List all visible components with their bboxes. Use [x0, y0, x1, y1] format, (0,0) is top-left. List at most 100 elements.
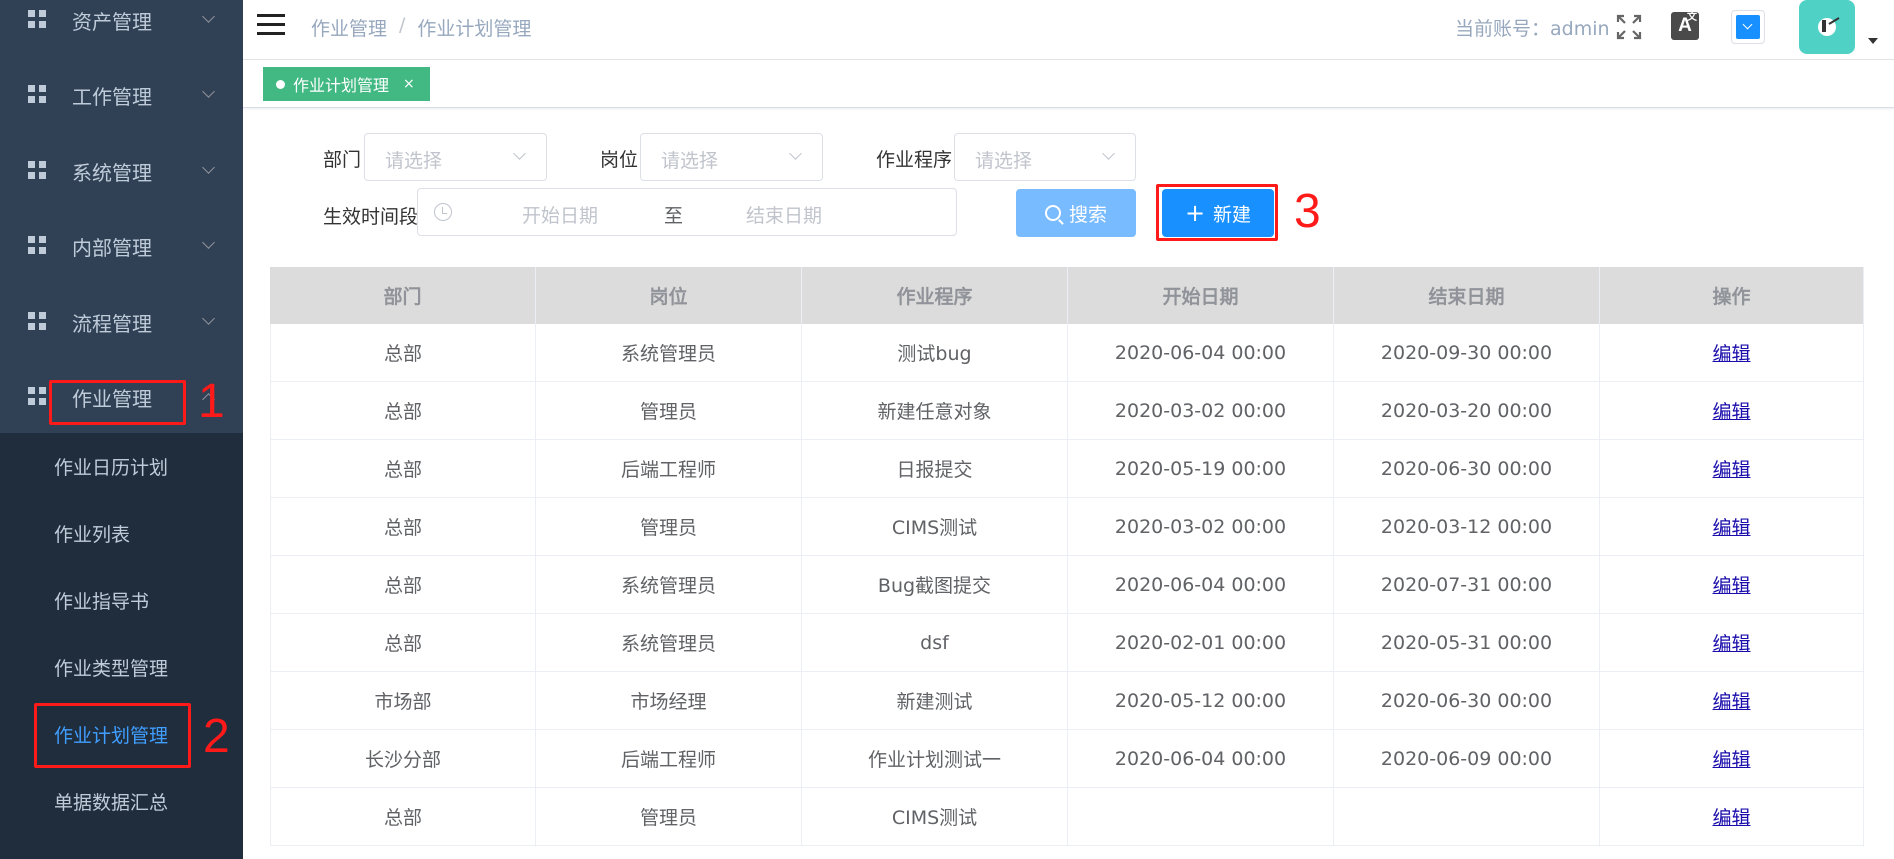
date-range-picker[interactable]: 开始日期 至 结束日期	[417, 188, 957, 236]
search-button[interactable]: 搜索	[1016, 189, 1136, 237]
end-date-cell: 2020-09-30 00:00	[1334, 324, 1600, 381]
caret-down-icon[interactable]	[1868, 38, 1878, 44]
action-cell: 编辑	[1600, 498, 1864, 555]
end-date-cell	[1334, 788, 1600, 845]
end-date-input[interactable]: 结束日期	[746, 201, 822, 228]
breadcrumb-separator: /	[399, 14, 406, 36]
edit-link[interactable]: 编辑	[1712, 571, 1750, 598]
procedure-cell: Bug截图提交	[802, 556, 1068, 613]
menu-icon[interactable]	[257, 14, 285, 36]
department-select[interactable]: 请选择	[364, 133, 547, 181]
submenu-item-types[interactable]: 作业类型管理	[0, 634, 243, 701]
end-date-cell: 2020-03-20 00:00	[1334, 382, 1600, 439]
action-cell: 编辑	[1600, 440, 1864, 497]
period-label: 生效时间段	[323, 206, 419, 228]
position-select[interactable]: 请选择	[640, 133, 823, 181]
chevron-down-icon	[202, 161, 215, 174]
department-placeholder: 请选择	[385, 150, 443, 172]
range-separator: 至	[664, 205, 684, 227]
account-label: 当前账号：admin	[1455, 18, 1610, 40]
new-button-label: 新建	[1213, 203, 1252, 226]
edit-link[interactable]: 编辑	[1712, 513, 1750, 540]
table-row: 长沙分部 后端工程师 作业计划测试一 2020-06-04 00:00 2020-06-…	[270, 730, 1864, 788]
menu-item-work[interactable]: 工作管理	[0, 57, 243, 133]
navbar: 作业管理 / 作业计划管理 当前账号：admin A文	[243, 0, 1894, 60]
chevron-down-icon	[202, 85, 215, 98]
menu-label: 作业管理	[72, 386, 152, 411]
start-date-input[interactable]: 开始日期	[522, 201, 598, 228]
edit-link[interactable]: 编辑	[1712, 397, 1750, 424]
table-row: 市场部 市场经理 新建测试 2020-05-12 00:00 2020-06-30 00…	[270, 672, 1864, 730]
submenu-item-calendar[interactable]: 作业日历计划	[0, 433, 243, 500]
procedure-cell: dsf	[802, 614, 1068, 671]
department-cell: 总部	[270, 440, 536, 497]
new-button[interactable]: + 新建	[1162, 189, 1274, 237]
close-icon[interactable]: ×	[403, 76, 415, 92]
fullscreen-icon[interactable]	[1616, 14, 1642, 40]
position-cell: 管理员	[536, 498, 802, 555]
submenu-item-list[interactable]: 作业列表	[0, 500, 243, 567]
breadcrumb-item[interactable]: 作业管理	[311, 14, 387, 41]
breadcrumb: 作业管理 / 作业计划管理	[311, 14, 531, 41]
edit-link[interactable]: 编辑	[1712, 629, 1750, 656]
position-cell: 管理员	[536, 382, 802, 439]
grid-icon	[28, 85, 46, 103]
chevron-down-icon	[789, 147, 802, 160]
department-cell: 总部	[270, 382, 536, 439]
start-date-cell: 2020-06-04 00:00	[1068, 324, 1334, 381]
submenu: 作业日历计划 作业列表 作业指导书 作业类型管理 作业计划管理 单据数据汇总	[0, 433, 243, 859]
menu-item-process[interactable]: 流程管理	[0, 284, 243, 360]
chevron-down-icon	[202, 236, 215, 249]
action-cell: 编辑	[1600, 382, 1864, 439]
table-row: 总部 后端工程师 日报提交 2020-05-19 00:00 2020-06-30 00…	[270, 440, 1864, 498]
plan-table: 部门 岗位 作业程序 开始日期 结束日期 操作 总部 系统管理员 测试bug 2020…	[270, 267, 1864, 846]
action-cell: 编辑	[1600, 324, 1864, 381]
menu-item-internal[interactable]: 内部管理	[0, 208, 243, 284]
action-cell: 编辑	[1600, 556, 1864, 613]
end-date-cell: 2020-06-09 00:00	[1334, 730, 1600, 787]
annotation-number-2: 2	[203, 710, 230, 763]
action-cell: 编辑	[1600, 730, 1864, 787]
chevron-down-icon	[513, 147, 526, 160]
department-cell: 长沙分部	[270, 730, 536, 787]
table-row: 总部 管理员 CIMS测试 编辑	[270, 788, 1864, 846]
procedure-cell: 日报提交	[802, 440, 1068, 497]
edit-link[interactable]: 编辑	[1712, 803, 1750, 830]
breadcrumb-item-current: 作业计划管理	[417, 18, 532, 40]
clock-icon	[434, 203, 452, 221]
submenu-item-summary[interactable]: 单据数据汇总	[0, 768, 243, 835]
column-header: 部门	[270, 267, 536, 324]
submenu-item-guide[interactable]: 作业指导书	[0, 567, 243, 634]
plus-icon: +	[1184, 199, 1206, 227]
procedure-cell: 新建测试	[802, 672, 1068, 729]
tag-active[interactable]: 作业计划管理 ×	[263, 67, 430, 101]
avatar[interactable]	[1799, 0, 1855, 54]
edit-link[interactable]: 编辑	[1712, 339, 1750, 366]
grid-icon	[28, 10, 46, 28]
table-row: 总部 系统管理员 Bug截图提交 2020-06-04 00:00 2020-07-31…	[270, 556, 1864, 614]
theme-picker-icon[interactable]	[1731, 10, 1765, 44]
start-date-cell: 2020-06-04 00:00	[1068, 556, 1334, 613]
chevron-down-icon	[1102, 147, 1115, 160]
position-cell: 市场经理	[536, 672, 802, 729]
department-cell: 总部	[270, 498, 536, 555]
procedure-cell: CIMS测试	[802, 498, 1068, 555]
menu-item-system[interactable]: 系统管理	[0, 133, 243, 209]
menu-item-assets[interactable]: 资产管理	[0, 0, 243, 58]
column-header: 操作	[1600, 267, 1864, 324]
grid-icon	[28, 236, 46, 254]
dot-icon	[276, 79, 285, 89]
procedure-select[interactable]: 请选择	[954, 133, 1136, 181]
department-label: 部门	[323, 149, 362, 171]
end-date-cell: 2020-06-30 00:00	[1334, 440, 1600, 497]
department-cell: 总部	[270, 324, 536, 381]
translate-icon[interactable]: A文	[1671, 12, 1699, 40]
action-cell: 编辑	[1600, 788, 1864, 845]
menu-label: 系统管理	[72, 160, 152, 185]
grid-icon	[28, 161, 46, 179]
edit-link[interactable]: 编辑	[1712, 745, 1750, 772]
position-label: 岗位	[600, 149, 639, 171]
annotation-number-1: 1	[198, 375, 225, 428]
edit-link[interactable]: 编辑	[1712, 687, 1750, 714]
edit-link[interactable]: 编辑	[1712, 455, 1750, 482]
